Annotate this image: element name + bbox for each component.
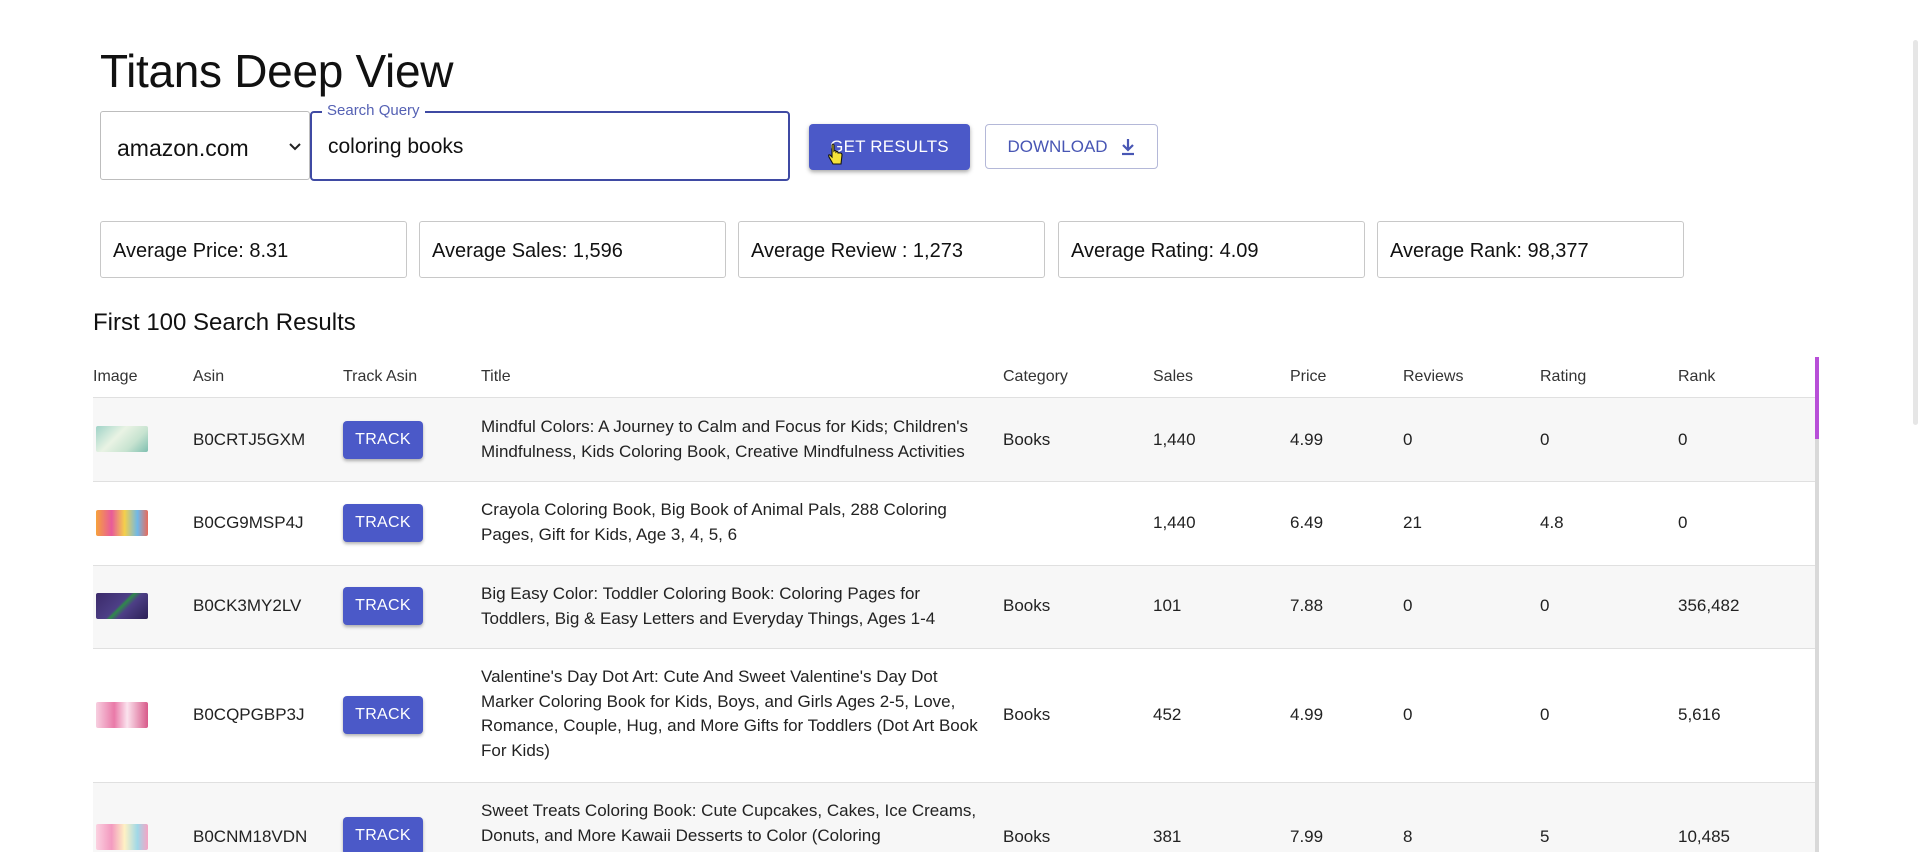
- search-query-label: Search Query: [322, 102, 425, 119]
- reviews-cell: 21: [1403, 513, 1422, 532]
- column-header-reviews: Reviews: [1403, 368, 1464, 385]
- asin-cell: B0CQPGBP3J: [193, 705, 305, 724]
- stat-average-rank-text: Average Rank: 98,377: [1390, 240, 1589, 262]
- search-query-input[interactable]: coloring books: [328, 135, 463, 159]
- product-thumbnail: [96, 510, 148, 536]
- reviews-cell: 0: [1403, 705, 1413, 724]
- stat-average-rating: Average Rating: 4.09: [1058, 221, 1365, 278]
- category-cell: Books: [1003, 827, 1051, 846]
- stat-average-sales: Average Sales: 1,596: [419, 221, 726, 278]
- column-header-rank: Rank: [1678, 368, 1716, 385]
- column-header-rating: Rating: [1540, 368, 1587, 385]
- rank-cell: 0: [1678, 513, 1688, 532]
- column-header-asin: Asin: [193, 368, 225, 385]
- rank-cell: 0: [1678, 430, 1688, 449]
- stat-average-price-text: Average Price: 8.31: [113, 240, 289, 262]
- product-thumbnail: [96, 593, 148, 619]
- sales-cell: 1,440: [1153, 430, 1196, 449]
- product-thumbnail: [96, 426, 148, 452]
- asin-cell: B0CRTJ5GXM: [193, 430, 306, 449]
- sales-cell: 1,440: [1153, 513, 1196, 532]
- page-title: Titans Deep View: [100, 45, 454, 97]
- rank-cell: 5,616: [1678, 705, 1721, 724]
- column-header-sales: Sales: [1153, 368, 1194, 385]
- reviews-cell: 0: [1403, 430, 1413, 449]
- rating-cell: 4.8: [1540, 513, 1564, 532]
- asin-cell: B0CG9MSP4J: [193, 513, 304, 532]
- pointer-cursor-icon: [828, 143, 843, 165]
- price-cell: 4.99: [1290, 430, 1324, 449]
- download-icon: [1121, 138, 1134, 155]
- category-cell: Books: [1003, 430, 1051, 449]
- category-cell: Books: [1003, 705, 1051, 724]
- sales-cell: 101: [1153, 596, 1182, 615]
- column-header-image: Image: [93, 368, 138, 385]
- rating-cell: 0: [1540, 596, 1550, 615]
- title-cell: Crayola Coloring Book, Big Book of Anima…: [481, 500, 947, 544]
- rank-cell: 356,482: [1678, 596, 1740, 615]
- price-cell: 6.49: [1290, 513, 1324, 532]
- site-select[interactable]: amazon.com: [100, 111, 310, 180]
- column-header-title: Title: [481, 368, 511, 385]
- column-header-price: Price: [1290, 368, 1327, 385]
- title-cell: Valentine's Day Dot Art: Cute And Sweet …: [481, 667, 978, 760]
- stat-average-price: Average Price: 8.31: [100, 221, 407, 278]
- chevron-down-icon: [289, 143, 301, 151]
- rating-cell: 0: [1540, 705, 1550, 724]
- stat-average-review-text: Average Review : 1,273: [751, 240, 963, 262]
- stat-average-rank: Average Rank: 98,377: [1377, 221, 1684, 278]
- column-header-category: Category: [1003, 368, 1068, 385]
- reviews-cell: 0: [1403, 596, 1413, 615]
- reviews-cell: 8: [1403, 827, 1413, 846]
- rating-cell: 0: [1540, 430, 1550, 449]
- rating-cell: 5: [1540, 827, 1550, 846]
- track-button[interactable]: TRACK: [343, 696, 423, 734]
- stat-average-review: Average Review : 1,273: [738, 221, 1045, 278]
- asin-cell: B0CNM18VDN: [193, 827, 308, 846]
- rank-cell: 10,485: [1678, 827, 1730, 846]
- site-select-value: amazon.com: [117, 135, 249, 161]
- search-query-field[interactable]: Search Query coloring books: [310, 102, 790, 181]
- stat-average-rating-text: Average Rating: 4.09: [1071, 240, 1259, 262]
- track-button[interactable]: TRACK: [343, 421, 423, 459]
- page-scrollbar[interactable]: [1913, 40, 1918, 425]
- table-scrollbar-thumb[interactable]: [1815, 357, 1819, 439]
- product-thumbnail: [96, 702, 148, 728]
- product-thumbnail: [96, 824, 148, 850]
- row-divider: [93, 481, 1818, 482]
- row-divider: [93, 648, 1818, 649]
- price-cell: 7.99: [1290, 827, 1324, 846]
- download-button[interactable]: DOWNLOAD: [985, 124, 1158, 169]
- results-heading: First 100 Search Results: [93, 309, 356, 336]
- track-button[interactable]: TRACK: [343, 817, 423, 852]
- title-cell: Sweet Treats Coloring Book: Cute Cupcake…: [481, 801, 977, 845]
- price-cell: 7.88: [1290, 596, 1324, 615]
- price-cell: 4.99: [1290, 705, 1324, 724]
- track-button[interactable]: TRACK: [343, 504, 423, 542]
- asin-cell: B0CK3MY2LV: [193, 596, 302, 615]
- column-header-track: Track Asin: [343, 368, 418, 385]
- download-label: DOWNLOAD: [1007, 136, 1108, 156]
- sales-cell: 381: [1153, 827, 1182, 846]
- track-button[interactable]: TRACK: [343, 587, 423, 625]
- stat-average-sales-text: Average Sales: 1,596: [432, 240, 623, 262]
- title-cell: Mindful Colors: A Journey to Calm and Fo…: [481, 417, 969, 461]
- category-cell: Books: [1003, 596, 1051, 615]
- sales-cell: 452: [1153, 705, 1182, 724]
- title-cell: Big Easy Color: Toddler Coloring Book: C…: [481, 584, 936, 628]
